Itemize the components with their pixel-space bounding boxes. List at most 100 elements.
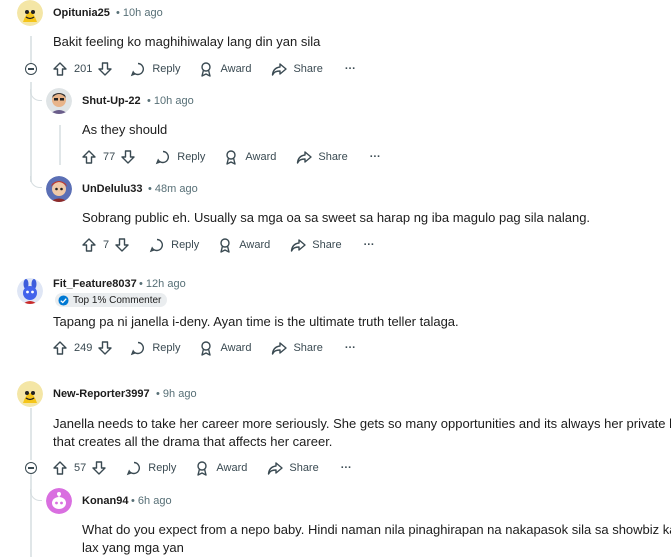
upvote-icon (53, 461, 67, 475)
comment-text-line: What do you expect from a nepo baby. Hin… (82, 522, 671, 537)
more-options-button[interactable]: ··· (345, 63, 356, 75)
upvote-button[interactable] (52, 460, 68, 476)
award-icon (201, 341, 212, 356)
vote-count: 249 (74, 342, 93, 354)
upvote-icon (82, 238, 96, 252)
comment-text: As they should (82, 122, 168, 137)
reply-label: Reply (148, 462, 177, 474)
downvote-button[interactable] (120, 149, 136, 165)
comment-text-line: lax yang mga yan (82, 540, 184, 555)
award-icon (201, 62, 212, 77)
comment-actions: 77 Reply Award Share ··· (81, 147, 381, 167)
comment-text-line: that creates all the drama that affects … (53, 434, 333, 449)
upvote-button[interactable] (52, 61, 68, 77)
timestamp: 10h ago (122, 7, 163, 19)
reply-button[interactable]: Reply (130, 61, 180, 77)
username[interactable]: Konan94 (82, 495, 128, 507)
share-button[interactable]: Share (290, 237, 342, 253)
share-button[interactable]: Share (271, 61, 323, 77)
downvote-icon (98, 62, 113, 76)
reply-label: Reply (152, 342, 181, 354)
share-label: Share (293, 63, 323, 75)
reply-label: Reply (177, 151, 206, 163)
award-button[interactable]: Award (223, 149, 276, 165)
upvote-icon (53, 341, 67, 355)
reply-button[interactable]: Reply (155, 149, 205, 165)
comment-time: • 9h ago (156, 388, 197, 400)
comment-actions: 57 Reply Award Share ··· (52, 458, 352, 478)
share-label: Share (289, 462, 319, 474)
avatar[interactable] (46, 88, 72, 114)
award-button[interactable]: Award (198, 61, 251, 77)
timestamp: 9h ago (162, 388, 197, 400)
award-button[interactable]: Award (194, 460, 247, 476)
comment-actions: 201 Reply Award Share ··· (52, 59, 356, 79)
thread-line (30, 474, 32, 557)
upvote-button[interactable] (81, 237, 97, 253)
reply-button[interactable]: Reply (126, 460, 176, 476)
upvote-button[interactable] (52, 340, 68, 356)
award-button[interactable]: Award (198, 340, 251, 356)
share-button[interactable]: Share (267, 460, 319, 476)
comment-time: • 48m ago (148, 183, 198, 195)
verified-badge-icon (58, 294, 69, 306)
share-icon (272, 63, 288, 76)
collapse-icon[interactable] (25, 63, 37, 75)
avatar[interactable] (17, 0, 43, 26)
reply-icon (149, 238, 164, 253)
award-button[interactable]: Award (217, 237, 270, 253)
timestamp: 48m ago (154, 183, 198, 195)
share-label: Share (318, 151, 348, 163)
downvote-button[interactable] (114, 237, 130, 253)
award-label: Award (245, 151, 277, 163)
share-button[interactable]: Share (271, 340, 323, 356)
downvote-button[interactable] (97, 61, 113, 77)
share-label: Share (312, 239, 342, 251)
avatar[interactable] (46, 176, 72, 202)
username[interactable]: Opitunia25 (53, 7, 110, 19)
reply-icon (156, 150, 170, 165)
reply-button[interactable]: Reply (149, 237, 199, 253)
award-icon (220, 238, 230, 253)
share-icon (268, 462, 284, 475)
downvote-button[interactable] (97, 340, 113, 356)
avatar[interactable] (46, 488, 72, 514)
more-options-button[interactable]: ··· (341, 462, 352, 474)
username[interactable]: Fit_Feature8037 (53, 278, 137, 290)
thread-branch (30, 89, 42, 101)
reply-button[interactable]: Reply (130, 340, 180, 356)
award-icon (197, 461, 208, 476)
award-label: Award (220, 342, 252, 354)
upvote-icon (53, 62, 67, 76)
vote-count: 77 (103, 151, 116, 163)
more-options-button[interactable]: ··· (370, 151, 381, 163)
vote-count: 201 (74, 63, 93, 75)
share-icon (291, 239, 306, 252)
thread-branch (30, 489, 42, 501)
downvote-icon (98, 341, 113, 355)
downvote-button[interactable] (91, 460, 107, 476)
comment-text: Tapang pa ni janella i-deny. Ayan time i… (53, 314, 459, 329)
collapse-icon[interactable] (25, 462, 37, 474)
thread-branch (30, 176, 42, 188)
share-label: Share (293, 342, 323, 354)
reply-label: Reply (171, 239, 200, 251)
more-options-button[interactable]: ··· (345, 342, 356, 354)
comment-actions: 7 Reply Award Share ··· (81, 235, 375, 255)
avatar[interactable] (17, 278, 43, 304)
share-button[interactable]: Share (296, 149, 348, 165)
username[interactable]: UnDelulu33 (82, 183, 143, 195)
username[interactable]: Shut-Up-22 (82, 95, 141, 107)
avatar[interactable] (17, 381, 43, 407)
downvote-icon (121, 150, 135, 164)
more-options-button[interactable]: ··· (364, 239, 375, 251)
downvote-icon (115, 238, 129, 252)
reply-label: Reply (152, 63, 181, 75)
comment-text: Bakit feeling ko maghihiwalay lang din y… (53, 34, 321, 49)
comment-text: Sobrang public eh. Usually sa mga oa sa … (82, 210, 591, 225)
upvote-button[interactable] (81, 149, 97, 165)
username[interactable]: New-Reporter3997 (53, 388, 150, 400)
comment-time: • 10h ago (116, 7, 163, 19)
comment-actions: 249 Reply Award Share ··· (52, 338, 356, 358)
comment-time: • 10h ago (147, 95, 194, 107)
